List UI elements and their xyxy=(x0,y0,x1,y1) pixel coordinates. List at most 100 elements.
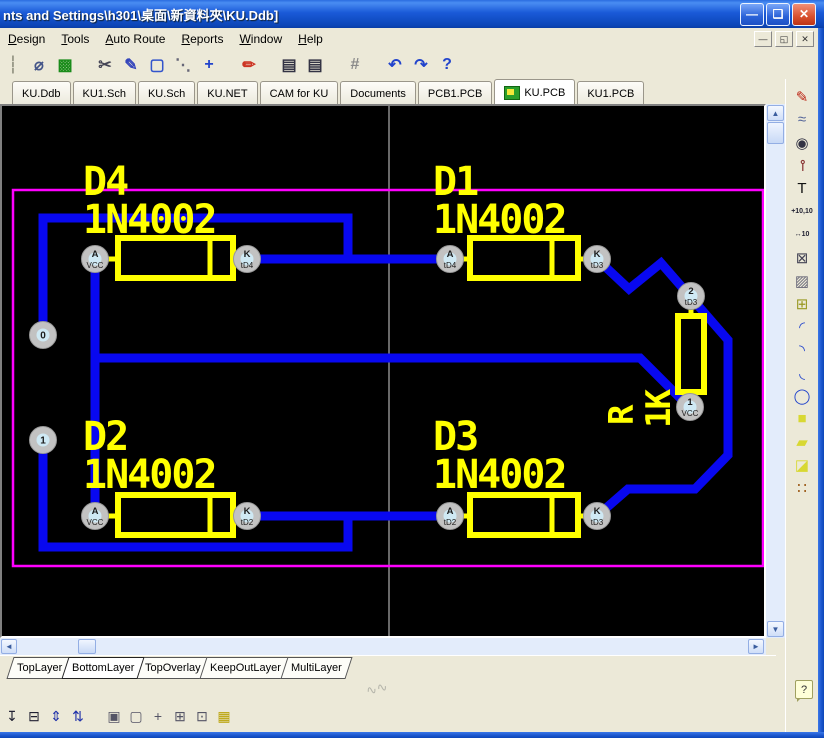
arrange-within-rect-icon[interactable]: ⊞ xyxy=(170,705,190,727)
layer-tab-multilayer[interactable]: MultiLayer xyxy=(281,657,353,679)
mdi-restore-button[interactable]: ◱ xyxy=(775,31,793,47)
place-coplanar-icon[interactable]: ≈ xyxy=(789,109,815,130)
library-icon-1[interactable]: ▤ xyxy=(278,53,300,77)
doc-tab-ku1-sch[interactable]: KU1.Sch xyxy=(73,81,136,104)
pcb-canvas[interactable]: D41N4002D11N4002D21N4002D31N4002R1KAVCCK… xyxy=(0,104,766,638)
pcb-browser-icon[interactable]: ▩ xyxy=(54,53,76,77)
horizontal-scroll-thumb[interactable] xyxy=(78,639,96,654)
place-split-plane-icon[interactable]: ◪ xyxy=(789,454,815,475)
place-fill-icon[interactable]: ■ xyxy=(789,408,815,429)
close-button[interactable]: ✕ xyxy=(792,3,816,26)
scroll-down-button[interactable]: ▼ xyxy=(767,621,784,637)
place-fill-hatch-icon[interactable]: ▨ xyxy=(789,270,815,291)
mdi-close-button[interactable]: ✕ xyxy=(796,31,814,47)
vertical-scrollbar[interactable]: ▲ ▼ xyxy=(766,104,785,638)
pad-net-label: tD4 xyxy=(241,261,254,270)
shove-icon[interactable]: ⊡ xyxy=(192,705,212,727)
mdi-minimize-button[interactable]: — xyxy=(754,31,772,47)
place-arc-center-icon[interactable]: ◜ xyxy=(789,316,815,337)
layer-tab-bar: TopLayerBottomLayerTopOverlayKeepOutLaye… xyxy=(0,655,776,680)
layer-tab-bottomlayer[interactable]: BottomLayer xyxy=(62,657,146,679)
pad-name: A xyxy=(447,249,454,260)
doc-tab-cam-for-ku[interactable]: CAM for KU xyxy=(260,81,339,104)
selection-rect-icon[interactable]: ▢ xyxy=(146,53,168,77)
scroll-right-button[interactable]: ► xyxy=(748,639,764,654)
help-assistant-icon[interactable]: ? xyxy=(795,680,813,699)
window-title: nts and Settings\h301\桌面\新資料夾\KU.Ddb] xyxy=(0,5,740,24)
menu-item-design[interactable]: Design xyxy=(0,30,53,49)
pad-net-label: tD2 xyxy=(241,518,254,527)
zoom-area-icon[interactable]: ⌀ xyxy=(28,53,50,77)
copper-trace xyxy=(597,259,728,516)
redo-icon[interactable]: ↷ xyxy=(410,53,432,77)
align-centers-icon[interactable]: ⊟ xyxy=(24,705,44,727)
menu-item-auto-route[interactable]: Auto Route xyxy=(97,30,173,49)
horizontal-scrollbar[interactable]: ◄ ► xyxy=(0,638,766,655)
align-bottom-icon[interactable]: ↧ xyxy=(2,705,22,727)
place-coordinate-icon[interactable]: +10,10 xyxy=(789,201,815,222)
place-arc-edge-icon[interactable]: ◝ xyxy=(789,339,815,360)
arrange-components-icon[interactable]: ▣ xyxy=(104,705,124,727)
place-keepout-icon[interactable]: ⊠ xyxy=(789,247,815,268)
pad-name: K xyxy=(594,506,601,517)
doc-tab-ku-ddb[interactable]: KU.Ddb xyxy=(12,81,71,104)
move-cross-icon[interactable]: + xyxy=(198,53,220,77)
place-track-icon[interactable]: ✎ xyxy=(789,86,815,107)
paste-array-icon[interactable]: ▦ xyxy=(214,705,234,727)
undo-icon[interactable]: ↶ xyxy=(384,53,406,77)
keepout-boundary xyxy=(13,190,763,566)
doc-tab-documents[interactable]: Documents xyxy=(340,81,416,104)
pad-name: A xyxy=(447,506,454,517)
silkscreen-value-d2: 1N4002 xyxy=(83,452,216,498)
grid-icon[interactable]: # xyxy=(344,53,366,77)
space-vertical-icon[interactable]: ⇅ xyxy=(68,705,88,727)
move-to-grid-icon[interactable]: + xyxy=(148,705,168,727)
doc-tab-pcb1-pcb[interactable]: PCB1.PCB xyxy=(418,81,492,104)
minimize-button[interactable]: — xyxy=(740,3,764,26)
route-mode-icon[interactable]: ⋱ xyxy=(172,53,194,77)
layer-tab-keepoutlayer[interactable]: KeepOutLayer xyxy=(200,657,292,679)
scroll-up-button[interactable]: ▲ xyxy=(767,105,784,121)
wand-icon[interactable]: ✏ xyxy=(238,53,260,77)
pad-net-label: tD4 xyxy=(444,261,457,270)
status-strip: ∿∿ xyxy=(0,679,785,700)
menu-item-tools[interactable]: Tools xyxy=(53,30,97,49)
pcb-editor-window: { "window": { "title": "nts and Settings… xyxy=(0,0,824,738)
pad-net-label: tD3 xyxy=(591,518,604,527)
pad-net-label: tD3 xyxy=(685,298,698,307)
component-placement-toolbar: ↧⊟⇕⇅ ▣▢+⊞⊡▦ xyxy=(0,700,787,732)
place-component-icon[interactable]: ⊞ xyxy=(789,293,815,314)
place-polygon-icon[interactable]: ▰ xyxy=(789,431,815,452)
doc-tab-ku-pcb[interactable]: KU.PCB xyxy=(494,79,575,104)
place-pad-icon[interactable]: ◉ xyxy=(789,132,815,153)
doc-tab-ku1-pcb[interactable]: KU1.PCB xyxy=(577,81,644,104)
pad-name: 2 xyxy=(688,286,693,297)
place-array-icon[interactable]: ∷ xyxy=(789,477,815,498)
silkscreen-value-d3: 1N4002 xyxy=(433,452,566,498)
distribute-vertical-icon[interactable]: ⇕ xyxy=(46,705,66,727)
pad-net-label: VCC xyxy=(87,261,104,270)
toolbar-edge-partial[interactable]: ┆ xyxy=(2,53,24,77)
menu-item-reports[interactable]: Reports xyxy=(173,30,231,49)
doc-tab-ku-sch[interactable]: KU.Sch xyxy=(138,81,195,104)
place-via-icon[interactable]: ⊸ xyxy=(792,153,813,179)
place-string-icon[interactable]: T xyxy=(789,178,815,199)
maximize-button[interactable]: ❑ xyxy=(766,3,790,26)
place-dimension-icon[interactable]: ↔10 xyxy=(789,224,815,245)
silkscreen-value-d1: 1N4002 xyxy=(433,197,566,243)
vertical-scroll-thumb[interactable] xyxy=(767,122,784,144)
place-circle-icon[interactable]: ◯ xyxy=(789,385,815,406)
menu-item-help[interactable]: Help xyxy=(290,30,331,49)
menu-item-window[interactable]: Window xyxy=(231,30,290,49)
pen-icon[interactable]: ✎ xyxy=(120,53,142,77)
doc-tab-ku-net[interactable]: KU.NET xyxy=(197,81,257,104)
arrange-outside-icon[interactable]: ▢ xyxy=(126,705,146,727)
pad-name: K xyxy=(594,249,601,260)
place-arc-angle-icon[interactable]: ◟ xyxy=(789,362,815,383)
library-icon-2[interactable]: ▤ xyxy=(304,53,326,77)
knife-icon[interactable]: ✂ xyxy=(94,53,116,77)
help-icon[interactable]: ? xyxy=(436,53,458,77)
pad-name: A xyxy=(92,506,99,517)
scroll-left-button[interactable]: ◄ xyxy=(1,639,17,654)
window-frame-right xyxy=(818,28,824,738)
